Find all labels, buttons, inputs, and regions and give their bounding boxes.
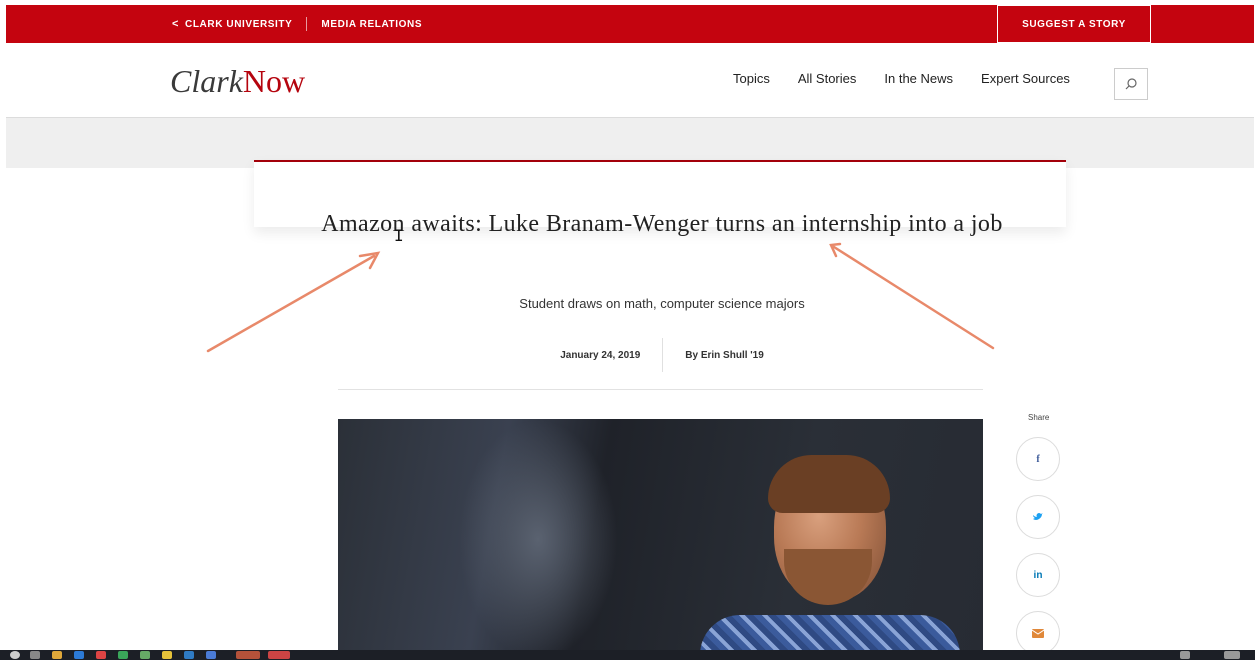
share-linkedin-button[interactable]: in [1016,553,1060,597]
app-icon[interactable] [206,651,216,659]
app-icon[interactable] [96,651,106,659]
site-header: ClarkNow Topics All Stories In the News … [0,43,1255,117]
clark-university-link[interactable]: CLARK UNIVERSITY [185,19,292,30]
meta-divider [662,338,664,372]
chevron-left-icon: < [172,18,180,30]
breadcrumb: < CLARK UNIVERSITY MEDIA RELATIONS [172,5,422,43]
app-icon[interactable] [184,651,194,659]
article-rule [338,389,983,390]
text-cursor-icon: I [394,226,404,245]
facebook-icon: f [1036,453,1040,465]
search-button[interactable] [1114,68,1148,100]
photo-beard [784,549,872,605]
task-view-icon[interactable] [30,651,40,659]
photo-hair [768,455,890,513]
active-app-icon[interactable] [236,651,260,659]
article-date: January 24, 2019 [560,349,641,361]
band-divider [6,117,1254,118]
file-explorer-icon[interactable] [52,651,62,659]
utility-bar: < CLARK UNIVERSITY MEDIA RELATIONS SUGGE… [6,5,1254,43]
media-relations-link[interactable]: MEDIA RELATIONS [321,19,422,30]
article-photo [338,419,983,660]
share-email-button[interactable] [1016,611,1060,655]
site-logo[interactable]: ClarkNow [170,63,305,100]
nav-in-the-news[interactable]: In the News [884,71,953,86]
article-byline: By Erin Shull '19 [685,349,764,361]
app-icon[interactable] [118,651,128,659]
article-headline: Amazon awaits: Luke Branam-Wenger turns … [321,211,1003,237]
share-facebook-button[interactable]: f [1016,437,1060,481]
logo-clark: Clark [170,63,243,99]
search-icon [1125,78,1137,90]
share-twitter-button[interactable] [1016,495,1060,539]
app-icon[interactable] [268,651,290,659]
main-nav: Topics All Stories In the News Expert So… [733,71,1098,86]
linkedin-icon: in [1033,569,1043,581]
twitter-icon [1033,513,1043,520]
app-icon[interactable] [74,651,84,659]
app-icon[interactable] [140,651,150,659]
breadcrumb-divider [306,17,308,31]
photo-background-light [458,419,618,660]
nav-topics[interactable]: Topics [733,71,770,86]
os-taskbar [0,650,1255,660]
article-deck: Student draws on math, computer science … [519,296,805,311]
share-label: Share [1028,413,1050,422]
nav-all-stories[interactable]: All Stories [798,71,857,86]
article-meta: January 24, 2019 By Erin Shull '19 [300,338,1024,372]
logo-now: Now [242,63,306,99]
nav-expert-sources[interactable]: Expert Sources [981,71,1070,86]
app-icon[interactable] [162,651,172,659]
tray-icon[interactable] [1180,651,1190,659]
start-icon[interactable] [10,651,20,659]
email-icon [1032,628,1044,638]
tray-icon[interactable] [1224,651,1240,659]
suggest-story-button[interactable]: SUGGEST A STORY [997,5,1151,43]
